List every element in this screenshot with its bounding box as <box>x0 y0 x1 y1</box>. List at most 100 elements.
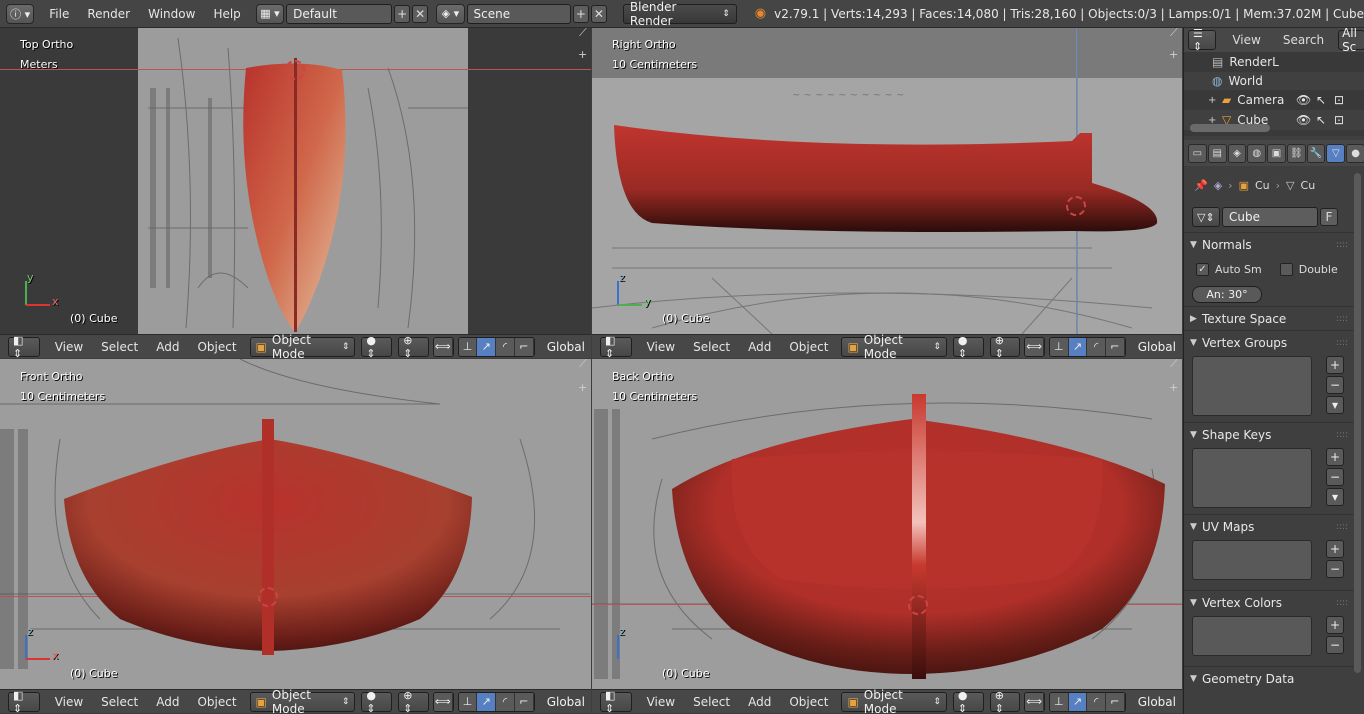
viewport-top-ortho[interactable]: Top Ortho Meters (0) Cube ⟋ + y x <box>0 28 591 334</box>
orientation-select[interactable]: Global <box>541 695 591 709</box>
area-plus-icon[interactable]: + <box>578 48 587 61</box>
shape-keys-listbox[interactable] <box>1192 448 1312 508</box>
pivot-select[interactable]: ⊕ ⇕ <box>989 334 1021 360</box>
area-split-icon[interactable]: ⟋ <box>1170 359 1178 371</box>
menu-select[interactable]: Select <box>684 695 739 709</box>
axis-manipulator-button[interactable]: ⊥ <box>1049 692 1069 711</box>
pivot-select[interactable]: ⊕ ⇕ <box>398 334 429 360</box>
menu-view[interactable]: View <box>638 695 684 709</box>
shape-key-menu-button[interactable]: ▾ <box>1326 488 1344 506</box>
outliner-menu-view[interactable]: View <box>1232 33 1260 47</box>
area-plus-icon[interactable]: + <box>1169 381 1178 394</box>
shading-select[interactable]: ● ⇕ <box>952 689 984 714</box>
select-cursor-icon[interactable]: ↖ <box>1316 113 1326 127</box>
menu-add[interactable]: Add <box>147 340 188 354</box>
menu-add[interactable]: Add <box>147 695 188 709</box>
layout-delete-button[interactable]: ✕ <box>412 4 429 23</box>
area-plus-icon[interactable]: + <box>1169 48 1178 61</box>
drag-handle-icon[interactable]: :::: <box>1336 430 1348 440</box>
menu-add[interactable]: Add <box>739 340 780 354</box>
uv-map-add-button[interactable]: + <box>1326 540 1344 558</box>
drag-handle-icon[interactable]: :::: <box>1336 338 1348 348</box>
viewport-right-ortho[interactable]: ~ ~ ~ ~ ~ ~ ~ ~ ~ ~ Right Ortho 10 Centi… <box>592 28 1182 334</box>
menu-select[interactable]: Select <box>684 340 739 354</box>
render-camera-icon[interactable]: ⊡ <box>1334 113 1344 127</box>
menu-object[interactable]: Object <box>188 340 245 354</box>
pivot-select[interactable]: ⊕ ⇕ <box>989 689 1021 714</box>
tab-scene[interactable]: ◈ <box>1227 143 1247 163</box>
editor-type-button[interactable]: ◧ ⇕ <box>600 334 632 360</box>
tab-constraints[interactable]: ⛓ <box>1286 143 1306 163</box>
scale-tool-button[interactable]: ⌐ <box>1106 337 1125 356</box>
rotate-tool-button[interactable]: ◜ <box>1087 692 1106 711</box>
layout-add-button[interactable]: + <box>394 4 411 23</box>
auto-smooth-angle-field[interactable]: An: 30° <box>1192 285 1262 303</box>
axis-manipulator-button[interactable]: ⊥ <box>458 692 478 711</box>
editor-type-button[interactable]: ◧ ⇕ <box>8 689 40 714</box>
tab-render[interactable]: ▭ <box>1188 143 1207 163</box>
orientation-select[interactable]: Global <box>1132 340 1182 354</box>
shape-key-add-button[interactable]: + <box>1326 448 1344 466</box>
menu-object[interactable]: Object <box>780 695 837 709</box>
mode-select[interactable]: ▣ Object Mode ⇕ <box>249 688 356 714</box>
outliner-menu-search[interactable]: Search <box>1283 33 1324 47</box>
panel-texture-space-header[interactable]: ▶ Texture Space :::: <box>1184 306 1354 330</box>
menu-object[interactable]: Object <box>780 340 837 354</box>
outliner-scrollbar[interactable] <box>1190 124 1270 132</box>
menu-file[interactable]: File <box>40 7 78 21</box>
axis-manipulator-button[interactable]: ⊥ <box>458 337 478 356</box>
tab-mesh-data[interactable]: ▽ <box>1326 143 1346 163</box>
scene-browse-button[interactable]: ◈ ▾ <box>436 3 465 24</box>
scene-name-field[interactable]: Scene <box>466 3 571 24</box>
mesh-browse-button[interactable]: ▽⇕ <box>1192 207 1220 227</box>
rotate-tool-button[interactable]: ◜ <box>496 692 515 711</box>
outliner-item-renderlayers[interactable]: ▤ RenderL <box>1184 52 1364 72</box>
outliner-item-world[interactable]: ◍ World <box>1184 72 1364 90</box>
area-split-icon[interactable]: ⟋ <box>579 359 587 371</box>
layout-name-field[interactable]: Default <box>286 3 393 24</box>
render-engine-select[interactable]: Blender Render ⇕ <box>622 0 737 28</box>
select-cursor-icon[interactable]: ↖ <box>1316 93 1326 107</box>
axis-manipulator-button[interactable]: ⊥ <box>1049 337 1069 356</box>
outliner-editor-type-button[interactable]: ☰ ⇕ <box>1188 28 1217 53</box>
info-editor-type-button[interactable]: ⓘ ▾ <box>6 3 35 24</box>
area-plus-icon[interactable]: + <box>578 381 587 394</box>
area-split-icon[interactable]: ⟋ <box>579 28 587 40</box>
tab-object[interactable]: ▣ <box>1267 143 1286 163</box>
outliner-item-camera[interactable]: + ▰ Camera 👁 ↖ ⊡ <box>1184 90 1364 110</box>
panel-uv-maps-header[interactable]: ▼ UV Maps :::: <box>1184 514 1354 538</box>
double-sided-checkbox[interactable] <box>1279 262 1293 276</box>
tab-world[interactable]: ◍ <box>1247 143 1267 163</box>
uv-maps-listbox[interactable] <box>1192 540 1312 580</box>
panel-normals-header[interactable]: ▼ Normals :::: <box>1184 232 1354 256</box>
viewport-front-ortho[interactable]: Front Ortho 10 Centimeters (0) Cube ⟋ + … <box>0 359 591 689</box>
menu-select[interactable]: Select <box>92 695 147 709</box>
translate-tool-button[interactable]: ↗ <box>477 337 497 356</box>
drag-handle-icon[interactable]: :::: <box>1336 240 1348 250</box>
pivot-select[interactable]: ⊕ ⇕ <box>398 689 429 714</box>
scale-tool-button[interactable]: ⌐ <box>514 337 534 356</box>
manipulator-toggle[interactable]: ⟺ <box>1025 692 1044 711</box>
menu-select[interactable]: Select <box>92 340 147 354</box>
drag-handle-icon[interactable]: :::: <box>1336 598 1348 608</box>
menu-window[interactable]: Window <box>139 7 204 21</box>
menu-view[interactable]: View <box>46 695 92 709</box>
tab-material[interactable]: ● <box>1346 143 1364 163</box>
vertex-group-remove-button[interactable]: − <box>1326 376 1344 394</box>
orientation-select[interactable]: Global <box>541 340 591 354</box>
visibility-eye-icon[interactable]: 👁 <box>1296 93 1311 107</box>
visibility-eye-icon[interactable]: 👁 <box>1296 113 1311 127</box>
translate-tool-button[interactable]: ↗ <box>1068 692 1088 711</box>
menu-view[interactable]: View <box>638 340 684 354</box>
menu-render[interactable]: Render <box>78 7 139 21</box>
shading-select[interactable]: ● ⇕ <box>361 689 393 714</box>
shading-select[interactable]: ● ⇕ <box>952 334 984 360</box>
vertex-colors-listbox[interactable] <box>1192 616 1312 656</box>
vertex-groups-listbox[interactable] <box>1192 356 1312 416</box>
orientation-select[interactable]: Global <box>1132 695 1182 709</box>
outliner-display-mode[interactable]: All Sc <box>1338 28 1364 54</box>
tab-render-layers[interactable]: ▤ <box>1207 143 1227 163</box>
menu-object[interactable]: Object <box>188 695 245 709</box>
menu-view[interactable]: View <box>46 340 92 354</box>
translate-tool-button[interactable]: ↗ <box>477 692 497 711</box>
